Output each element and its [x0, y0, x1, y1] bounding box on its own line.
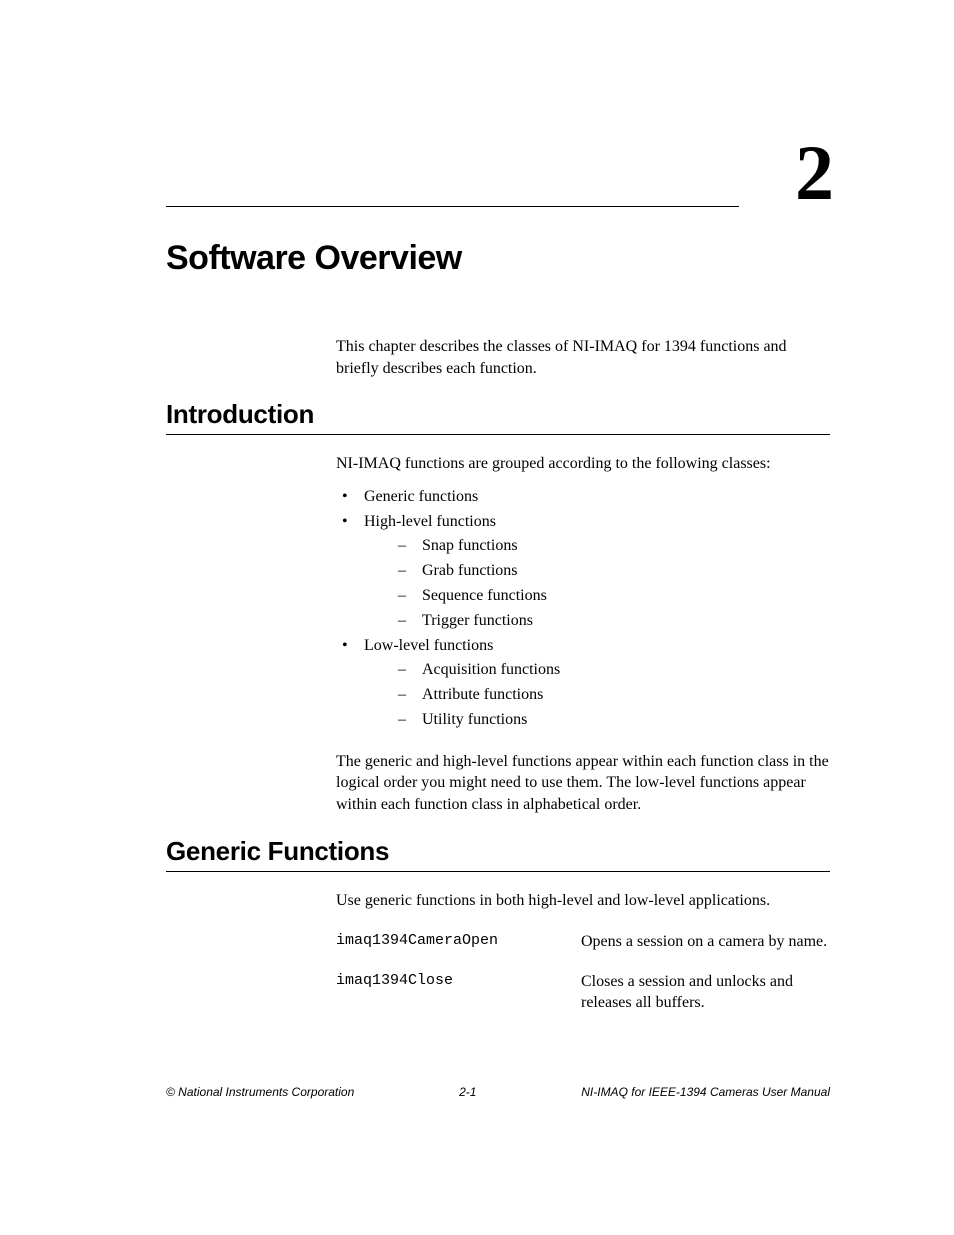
low-level-sublist: Acquisition functions Attribute function… [364, 658, 830, 732]
page-content: 2 Software Overview This chapter describ… [166, 140, 830, 1014]
footer-page-number: 2-1 [459, 1085, 476, 1099]
list-item-label: Sequence functions [422, 587, 547, 604]
chapter-rule [166, 206, 739, 207]
list-item-label: Generic functions [364, 488, 478, 505]
section-heading-introduction: Introduction [166, 399, 830, 435]
generic-functions-table: imaq1394CameraOpen Opens a session on a … [336, 931, 830, 1014]
page-footer: © National Instruments Corporation 2-1 N… [166, 1085, 830, 1099]
function-description: Closes a session and unlocks and release… [581, 971, 830, 1014]
introduction-body: NI-IMAQ functions are grouped according … [336, 453, 830, 815]
list-item-label: Grab functions [422, 562, 518, 579]
list-item-label: Snap functions [422, 537, 518, 554]
chapter-title: Software Overview [166, 239, 830, 278]
chapter-number: 2 [795, 134, 834, 212]
footer-copyright: © National Instruments Corporation [166, 1085, 354, 1099]
function-class-list: Generic functions High-level functions S… [336, 485, 830, 733]
list-item: High-level functions Snap functions Grab… [336, 510, 830, 634]
list-item: Trigger functions [364, 609, 830, 634]
list-item: Utility functions [364, 708, 830, 733]
list-item-label: Acquisition functions [422, 661, 560, 678]
function-description: Opens a session on a camera by name. [581, 931, 830, 953]
introduction-tail: The generic and high-level functions app… [336, 751, 830, 816]
section-heading-generic-functions: Generic Functions [166, 836, 830, 872]
list-item: Attribute functions [364, 683, 830, 708]
list-item: Grab functions [364, 559, 830, 584]
function-name: imaq1394Close [336, 971, 581, 1014]
list-item: Low-level functions Acquisition function… [336, 634, 830, 733]
function-name: imaq1394CameraOpen [336, 931, 581, 953]
footer-manual-title: NI-IMAQ for IEEE-1394 Cameras User Manua… [581, 1085, 830, 1099]
list-item-label: Utility functions [422, 711, 527, 728]
generic-lead: Use generic functions in both high-level… [336, 890, 830, 912]
chapter-intro: This chapter describes the classes of NI… [336, 336, 830, 379]
generic-functions-body: Use generic functions in both high-level… [336, 890, 830, 1014]
list-item-label: Attribute functions [422, 686, 543, 703]
list-item-label: Trigger functions [422, 612, 533, 629]
list-item-label: Low-level functions [364, 637, 493, 654]
list-item-label: High-level functions [364, 513, 496, 530]
list-item: Snap functions [364, 534, 830, 559]
introduction-lead: NI-IMAQ functions are grouped according … [336, 453, 830, 475]
list-item: Acquisition functions [364, 658, 830, 683]
list-item: Sequence functions [364, 584, 830, 609]
list-item: Generic functions [336, 485, 830, 510]
high-level-sublist: Snap functions Grab functions Sequence f… [364, 534, 830, 633]
